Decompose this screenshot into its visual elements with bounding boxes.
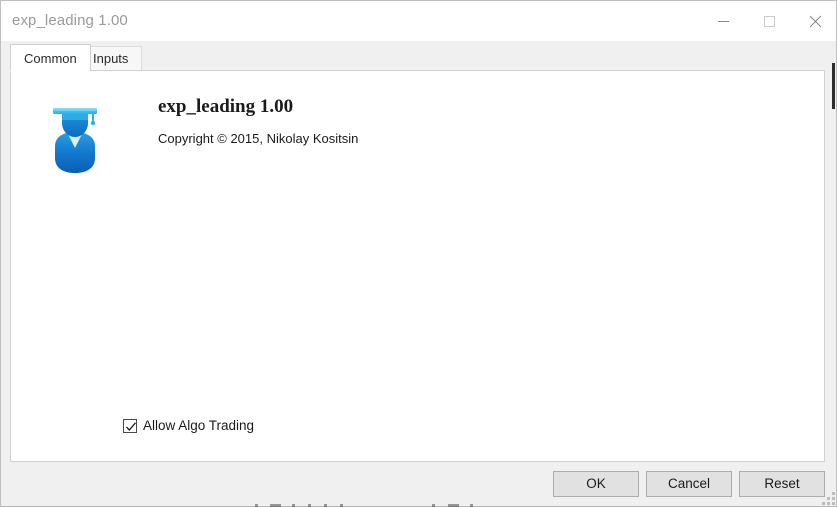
allow-algo-trading-label: Allow Algo Trading	[143, 418, 255, 433]
caption-button-group	[700, 1, 836, 41]
maximize-icon	[763, 15, 775, 27]
minimize-icon	[717, 20, 729, 22]
maximize-button[interactable]	[746, 1, 792, 41]
product-title: exp_leading 1.00	[158, 96, 294, 117]
dialog-window: exp_leading 1.00 Common Inputs exp_leadi…	[0, 0, 837, 507]
cancel-button[interactable]: Cancel	[646, 471, 732, 497]
vertical-scrollbar[interactable]	[830, 41, 835, 462]
reset-button[interactable]: Reset	[739, 471, 825, 497]
close-icon	[809, 15, 821, 27]
scrollbar-thumb[interactable]	[832, 63, 835, 109]
window-title: exp_leading 1.00	[12, 12, 128, 29]
allow-algo-trading-checkbox[interactable]	[123, 418, 137, 433]
graduate-logo-icon	[53, 108, 97, 173]
ok-button[interactable]: OK	[553, 471, 639, 497]
close-button[interactable]	[792, 1, 836, 41]
title-bar: exp_leading 1.00	[1, 1, 836, 41]
dialog-footer: OK Cancel Reset	[1, 463, 836, 506]
copyright-text: Copyright © 2015, Nikolay Kositsin	[158, 131, 359, 146]
common-tab-panel: exp_leading 1.00 Copyright © 2015, Nikol…	[10, 70, 825, 462]
active-tab-seam	[10, 70, 79, 71]
tab-common[interactable]: Common	[10, 44, 91, 71]
tab-strip: Common Inputs	[1, 41, 836, 71]
minimize-button[interactable]	[700, 1, 746, 41]
checkmark-icon	[126, 421, 136, 431]
allow-algo-trading-row[interactable]: Allow Algo Trading	[123, 418, 254, 433]
